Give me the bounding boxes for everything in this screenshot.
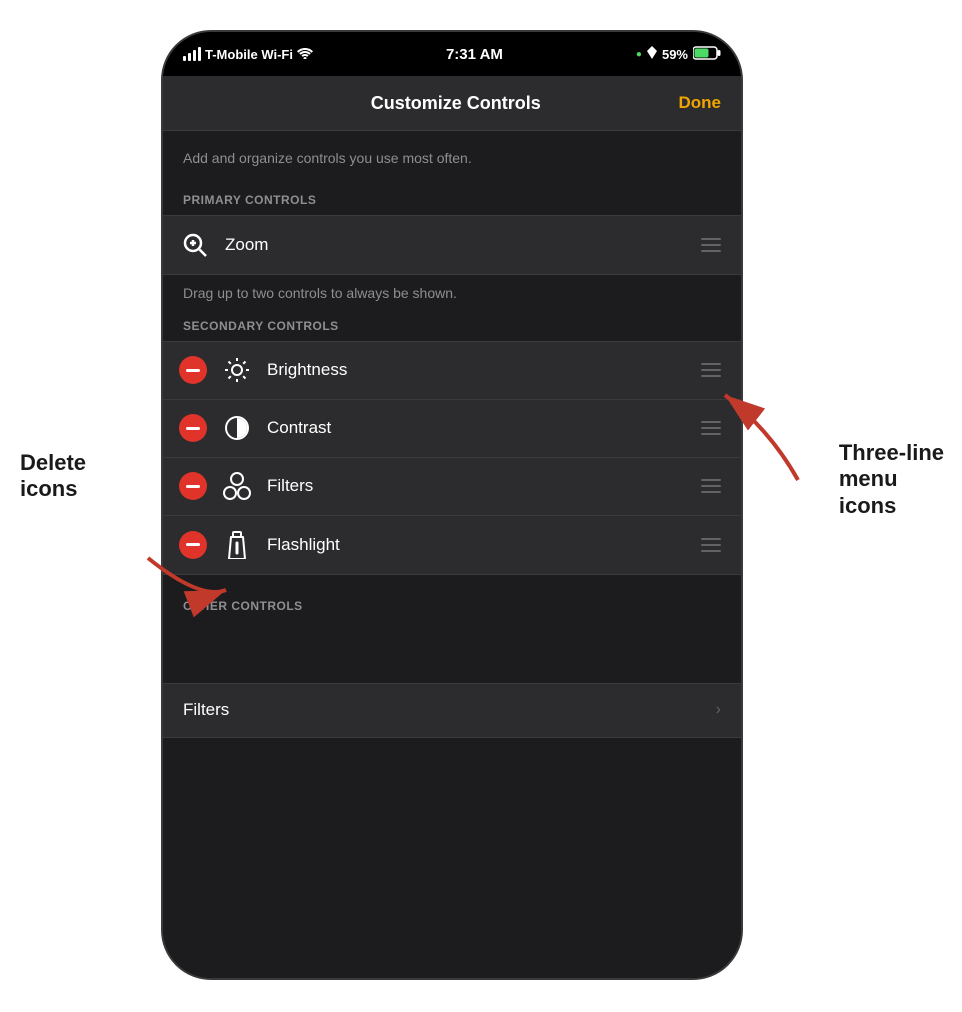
delete-flashlight-button[interactable]: [179, 531, 207, 559]
drag-line-1: [701, 363, 721, 365]
list-item-flashlight: Flashlight: [163, 516, 741, 574]
delete-filters-button[interactable]: [179, 472, 207, 500]
phone-frame: T-Mobile Wi-Fi 7:31 AM ● 59%: [161, 30, 743, 980]
other-controls-empty: [163, 621, 741, 681]
flashlight-label: Flashlight: [267, 535, 683, 555]
drag-line-3: [701, 250, 721, 252]
filters-row[interactable]: Filters ›: [163, 683, 741, 738]
filters-label: Filters: [267, 476, 683, 496]
contrast-circle: [225, 416, 249, 440]
contrast-drag-handle[interactable]: [697, 417, 725, 439]
zoom-drag-handle[interactable]: [697, 234, 725, 256]
flashlight-drag-handle[interactable]: [697, 534, 725, 556]
list-item-contrast: Contrast: [163, 400, 741, 458]
filter-circle-3: [237, 486, 251, 500]
contrast-half: [237, 418, 247, 438]
drag-line-1: [701, 479, 721, 481]
zoom-icon: [179, 229, 211, 261]
nav-title: Customize Controls: [371, 93, 541, 114]
delete-brightness-button[interactable]: [179, 356, 207, 384]
chevron-right-icon: ›: [716, 701, 721, 719]
signal-bars: [183, 47, 201, 61]
status-left: T-Mobile Wi-Fi: [183, 47, 313, 62]
filters-drag-handle[interactable]: [697, 475, 725, 497]
filter-circle-2: [223, 486, 237, 500]
filter-circle-1: [230, 472, 244, 486]
status-bar: T-Mobile Wi-Fi 7:31 AM ● 59%: [163, 32, 741, 76]
drag-line-2: [701, 244, 721, 246]
brightness-label: Brightness: [267, 360, 683, 380]
drag-line-1: [701, 421, 721, 423]
drag-line-2: [701, 544, 721, 546]
drag-hint-text: Drag up to two controls to always be sho…: [163, 275, 741, 311]
done-button[interactable]: Done: [678, 93, 721, 113]
drag-line-2: [701, 427, 721, 429]
signal-bar-1: [183, 56, 186, 61]
location-dot: ●: [636, 49, 642, 60]
drag-line-3: [701, 491, 721, 493]
nav-bar: Customize Controls Done: [163, 76, 741, 131]
list-item-filters: Filters: [163, 458, 741, 516]
contrast-icon: [221, 412, 253, 444]
drag-line-1: [701, 238, 721, 240]
signal-bar-4: [198, 47, 201, 61]
content-area: Add and organize controls you use most o…: [163, 131, 741, 978]
flashlight-icon: [221, 529, 253, 561]
contrast-label: Contrast: [267, 418, 683, 438]
drag-line-3: [701, 375, 721, 377]
drag-line-3: [701, 433, 721, 435]
zoom-label: Zoom: [225, 235, 683, 255]
secondary-controls-list: Brightness Contrast: [163, 341, 741, 575]
drag-line-3: [701, 550, 721, 552]
carrier-label: T-Mobile Wi-Fi: [205, 47, 293, 62]
primary-controls-list: Zoom: [163, 215, 741, 275]
delete-contrast-button[interactable]: [179, 414, 207, 442]
status-time: 7:31 AM: [446, 46, 503, 63]
brightness-icon: [221, 354, 253, 386]
annotation-menu: Three-linemenuicons: [839, 440, 944, 519]
battery-percent: 59%: [662, 47, 688, 62]
wifi-icon: [297, 47, 313, 62]
secondary-controls-header: SECONDARY CONTROLS: [163, 311, 741, 341]
brightness-drag-handle[interactable]: [697, 359, 725, 381]
status-right: ● 59%: [636, 46, 721, 63]
filters-circles: [223, 472, 251, 500]
annotation-delete: Deleteicons: [20, 450, 86, 503]
spacer: [163, 575, 741, 591]
section-description: Add and organize controls you use most o…: [163, 131, 741, 185]
location-icon: [647, 46, 657, 62]
bottom-padding: [163, 738, 741, 778]
filters-row-label: Filters: [183, 700, 229, 720]
list-item-brightness: Brightness: [163, 342, 741, 400]
signal-bar-2: [188, 53, 191, 61]
primary-controls-header: PRIMARY CONTROLS: [163, 185, 741, 215]
drag-line-2: [701, 485, 721, 487]
battery-icon: [693, 46, 721, 63]
other-controls-header: OTHER CONTROLS: [163, 591, 741, 621]
drag-line-1: [701, 538, 721, 540]
filters-icon: [221, 470, 253, 502]
list-item-zoom: Zoom: [163, 216, 741, 274]
drag-line-2: [701, 369, 721, 371]
signal-bar-3: [193, 50, 196, 61]
